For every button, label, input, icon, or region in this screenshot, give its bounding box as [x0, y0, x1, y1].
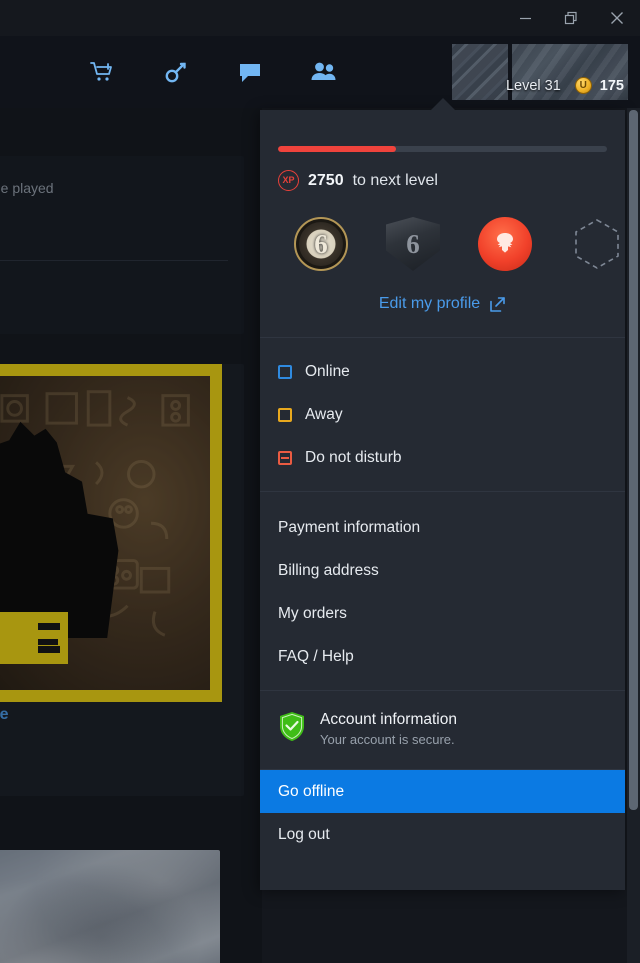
link-billing-address[interactable]: Billing address	[260, 549, 625, 592]
minimize-button[interactable]	[502, 0, 548, 36]
status-item-dnd[interactable]: Do not disturb	[260, 436, 625, 479]
xp-section: XP 2750 to next level	[260, 110, 625, 191]
log-out-button[interactable]: Log out	[260, 813, 625, 856]
link-faq-help[interactable]: FAQ / Help	[260, 635, 625, 678]
divider	[0, 260, 228, 261]
cart-icon	[89, 59, 115, 85]
xp-suffix: to next level	[352, 171, 438, 189]
friends-icon	[310, 59, 338, 85]
game-art-pole	[46, 434, 50, 490]
time-played-label: time played	[0, 180, 54, 196]
avatar	[452, 44, 508, 100]
go-offline-button[interactable]: Go offline	[260, 770, 625, 813]
edit-profile-label: Edit my profile	[378, 295, 481, 312]
badge-empty-slot[interactable]	[570, 217, 624, 271]
status-away-label: Away	[305, 405, 343, 423]
title-bar	[0, 0, 640, 36]
badge-red-emblem[interactable]	[478, 217, 532, 271]
emblem-icon	[497, 233, 513, 253]
game-cover-art	[0, 364, 222, 702]
account-information-title: Account information	[320, 711, 457, 728]
chat-icon	[237, 59, 263, 85]
time-played-card: time played h	[0, 156, 244, 334]
status-item-online[interactable]: Online	[260, 350, 625, 393]
xp-amount: 2750	[308, 171, 344, 189]
level-label: Level 31	[505, 77, 561, 94]
xp-badge-icon: XP	[278, 170, 299, 191]
link-payment-information[interactable]: Payment information	[260, 506, 625, 549]
minimize-icon	[519, 12, 532, 25]
vertical-scrollbar[interactable]	[627, 108, 640, 963]
badge-row: 6 6	[260, 191, 625, 271]
status-online-label: Online	[305, 362, 350, 380]
friends-button[interactable]	[308, 56, 340, 88]
level-info-row: Level 31 U 175	[506, 77, 624, 94]
scrollbar-thumb[interactable]	[629, 110, 638, 810]
user-profile-chip[interactable]: Level 31 U 175	[452, 44, 632, 100]
external-link-icon	[489, 296, 506, 313]
account-links-list: Payment information Billing address My o…	[260, 492, 625, 690]
badge-shield-six-label: 6	[406, 228, 420, 259]
account-information-subtitle: Your account is secure.	[320, 732, 455, 747]
game-card-royale[interactable]: Royale	[0, 364, 244, 796]
badge-gold-six[interactable]: 6	[294, 217, 348, 271]
shield-check-icon	[278, 711, 306, 747]
status-dnd-icon	[278, 450, 292, 465]
restore-button[interactable]	[548, 0, 594, 36]
xp-info-row: XP 2750 to next level	[278, 170, 607, 191]
key-icon	[163, 59, 189, 85]
status-item-away[interactable]: Away	[260, 393, 625, 436]
close-icon	[610, 11, 624, 25]
link-my-orders[interactable]: My orders	[260, 592, 625, 635]
game-title: Royale	[0, 706, 9, 723]
xp-progress-track	[278, 146, 607, 152]
account-information-row[interactable]: Account information Your account is secu…	[260, 691, 625, 769]
account-dropdown-panel: XP 2750 to next level 6 6 Edit my profil…	[260, 110, 625, 890]
cart-button[interactable]	[86, 56, 118, 88]
edit-profile-link[interactable]: Edit my profile	[260, 271, 625, 337]
game-card-secondary[interactable]	[0, 850, 220, 963]
currency-group: U 175	[574, 77, 624, 94]
nav-icon-group	[86, 36, 340, 108]
currency-amount: 175	[599, 77, 624, 94]
top-navigation-bar: Level 31 U 175	[0, 36, 640, 108]
xp-progress-fill	[278, 146, 397, 152]
panel-caret	[430, 98, 456, 111]
status-online-icon	[278, 364, 292, 379]
status-dnd-label: Do not disturb	[305, 448, 402, 466]
game-art-badge	[0, 612, 68, 664]
chat-button[interactable]	[234, 56, 266, 88]
badge-gold-six-label: 6	[314, 228, 328, 259]
restore-icon	[564, 11, 578, 25]
activate-key-button[interactable]	[160, 56, 192, 88]
application-window: Level 31 U 175 time played h	[0, 0, 640, 963]
close-button[interactable]	[594, 0, 640, 36]
status-list: Online Away Do not disturb	[260, 338, 625, 491]
coin-icon: U	[574, 77, 592, 94]
empty-hexagon-icon	[575, 219, 619, 269]
badge-shield-six[interactable]: 6	[386, 217, 440, 271]
status-away-icon	[278, 407, 292, 422]
